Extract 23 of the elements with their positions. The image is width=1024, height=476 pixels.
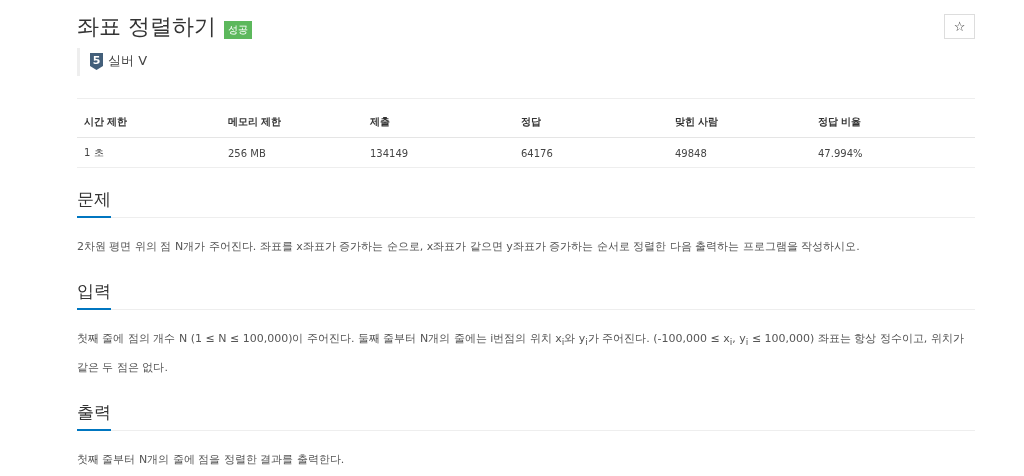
section-heading: 문제 xyxy=(77,188,111,218)
column-header: 시간 제한 xyxy=(77,98,221,138)
table-cell: 47.994% xyxy=(811,137,975,168)
table-cell: 134149 xyxy=(363,137,514,168)
column-header: 제출 xyxy=(363,98,514,138)
column-header: 메모리 제한 xyxy=(221,98,363,138)
problem-title: 좌표 정렬하기 xyxy=(77,13,216,41)
status-badge: 성공 xyxy=(224,21,252,39)
section-text: 첫째 줄에 점의 개수 N (1 ≤ N ≤ 100,000)이 주어진다. 둘째 줄부터 N개의 줄에는 i번점의 위치 x$_{i}$와 y$_{i}$가 주어진다. (-100,000 ≤ x$_{i}$, y$_{i}$ ≤ 100,000) 좌표는 항상 정수이고, 위치가 같은 두 점은 없다. xyxy=(77,331,965,377)
star-button[interactable]: ☆ xyxy=(944,14,975,39)
table-cell: 49848 xyxy=(668,137,811,168)
tier-label: 실버 V xyxy=(108,52,148,70)
tier-shield-icon: 5 xyxy=(90,52,103,70)
column-header: 맞힌 사람 xyxy=(668,98,811,138)
section-text: 2차원 평면 위의 점 N개가 주어진다. 좌표를 x좌표가 증가하는 순으로, x좌표가 같으면 y좌표가 증가하는 순서로 정렬한 다음 출력하는 프로그램을 작성하시오. xyxy=(77,239,861,255)
table-cell: 256 MB xyxy=(221,137,363,168)
section-heading: 입력 xyxy=(77,280,111,310)
table-cell: 64176 xyxy=(514,137,668,168)
section-text: 첫째 줄부터 N개의 줄에 점을 정렬한 결과를 출력한다. xyxy=(77,452,346,469)
section-heading: 출력 xyxy=(77,401,111,432)
table-cell: 1 초 xyxy=(77,137,221,168)
column-header: 정답 비율 xyxy=(811,98,975,138)
column-header: 정답 xyxy=(514,98,668,138)
